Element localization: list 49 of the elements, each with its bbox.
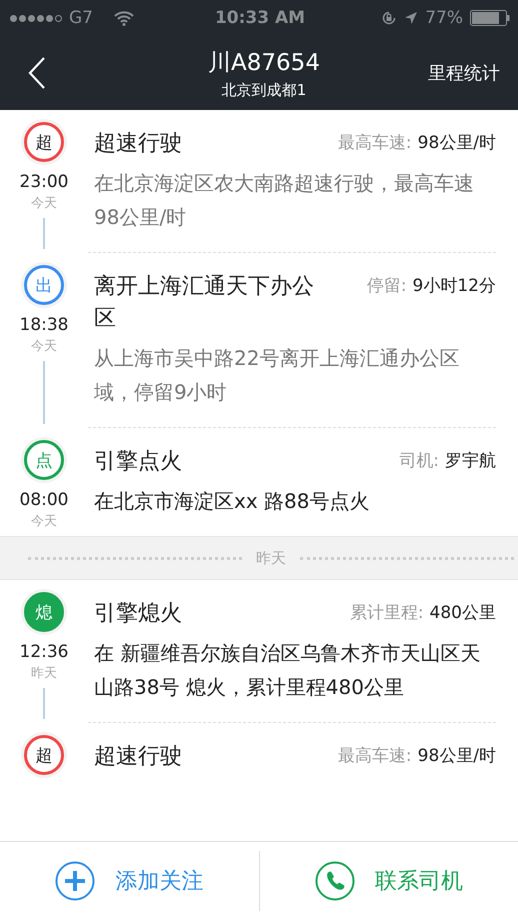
add-follow-button[interactable]: 添加关注 — [0, 851, 258, 911]
event-day: 昨天 — [31, 664, 57, 682]
meta-value: 98公里/时 — [418, 746, 496, 766]
separator-label: 昨天 — [256, 548, 286, 568]
location-arrow-icon — [404, 11, 418, 25]
battery-text: 77% — [425, 8, 463, 28]
meta-label: 停留: — [366, 276, 407, 296]
event-badge: 超 — [24, 735, 64, 775]
battery-icon — [470, 10, 510, 26]
nav-subtitle: 北京到成都1 — [222, 80, 306, 100]
event-badge: 熄 — [24, 592, 64, 632]
clock-text: 10:33 AM — [214, 8, 306, 28]
carrier-text: G7 — [69, 8, 93, 28]
event-title: 引擎熄火 — [94, 600, 182, 628]
plus-circle-icon — [55, 861, 96, 901]
signal-icon — [10, 14, 62, 22]
meta-label: 司机: — [399, 451, 439, 471]
back-chevron-icon — [28, 56, 46, 90]
event-day: 今天 — [31, 512, 57, 530]
phone-icon — [314, 861, 355, 901]
meta-value: 9小时12分 — [412, 276, 496, 296]
event-description: 从上海市吴中路22号离开上海汇通办公区域，停留9小时 — [94, 345, 460, 406]
wifi-icon — [114, 10, 134, 26]
event-description: 在北京海淀区农大南路超速行驶，最高车速98公里/时 — [94, 170, 475, 231]
mileage-stats-button[interactable]: 里程统计 — [400, 61, 500, 85]
event-time: 08:00 — [20, 490, 68, 510]
event-title: 引擎点火 — [94, 448, 182, 476]
meta-value: 98公里/时 — [418, 133, 496, 153]
meta-label: 最高车速: — [338, 746, 412, 766]
event-badge: 超 — [24, 122, 64, 162]
meta-value: 罗宇航 — [445, 451, 496, 471]
nav-title: 川A87654 — [208, 48, 320, 78]
event-description: 在 新疆维吾尔族自治区乌鲁木齐市天山区天山路38号 熄火，累计里程480公里 — [94, 640, 482, 701]
contact-driver-button[interactable]: 联系司机 — [260, 851, 518, 911]
event-day: 今天 — [31, 337, 57, 355]
meta-value: 480公里 — [430, 603, 496, 623]
event-badge: 出 — [24, 265, 64, 305]
event-badge: 点 — [24, 440, 64, 480]
event-description: 在北京市海淀区xx 路88号点火 — [94, 488, 370, 515]
event-title: 离开上海汇通天下办公区 — [94, 273, 315, 333]
meta-label: 累计里程: — [350, 603, 424, 623]
event-day: 今天 — [31, 194, 57, 212]
rotation-lock-icon — [381, 10, 398, 26]
event-title: 超速行驶 — [94, 743, 182, 771]
event-time: 12:36 — [20, 642, 68, 662]
event-title: 超速行驶 — [94, 130, 182, 158]
event-time: 18:38 — [20, 315, 68, 335]
meta-label: 最高车速: — [338, 133, 412, 153]
event-time: 23:00 — [20, 172, 68, 192]
